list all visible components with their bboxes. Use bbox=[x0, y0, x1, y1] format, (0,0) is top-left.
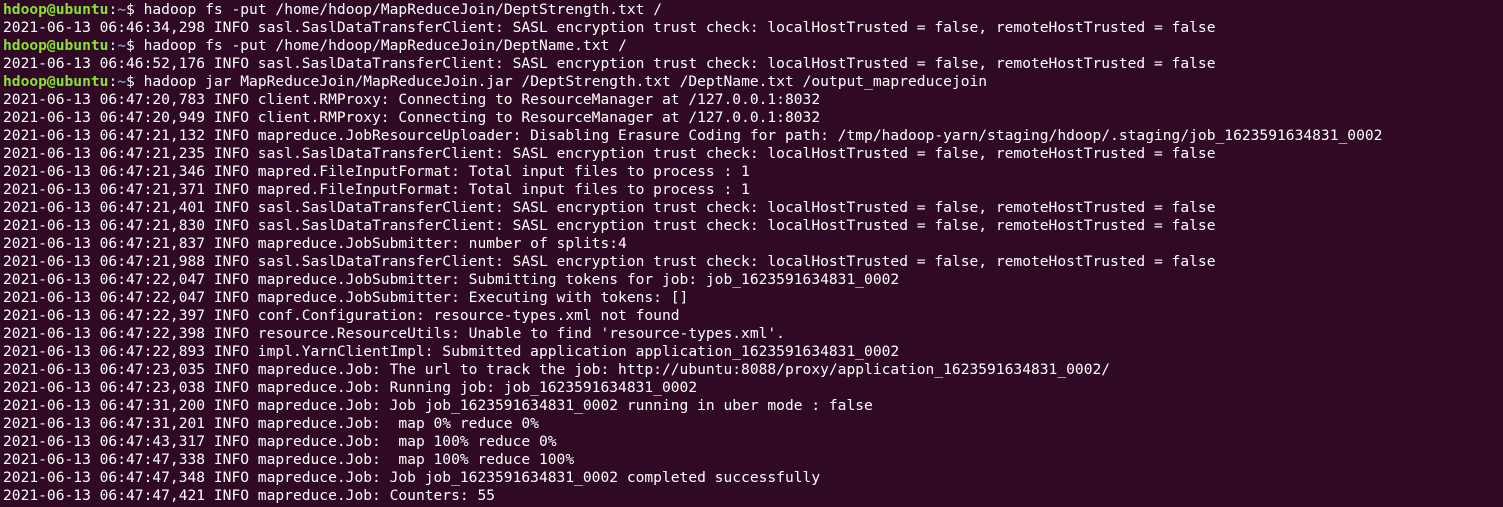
log-line: 2021-06-13 06:47:21,235 INFO sasl.SaslDa… bbox=[3, 145, 1216, 162]
prompt-symbol: $ bbox=[126, 1, 144, 18]
log-line: 2021-06-13 06:47:21,401 INFO sasl.SaslDa… bbox=[3, 199, 1216, 216]
prompt-user-host: hdoop@ubuntu bbox=[3, 1, 109, 18]
terminal-output[interactable]: hdoop@ubuntu:~$ hadoop fs -put /home/hdo… bbox=[0, 0, 1503, 507]
prompt-symbol: $ bbox=[126, 73, 144, 90]
log-line: 2021-06-13 06:47:21,830 INFO sasl.SaslDa… bbox=[3, 217, 1216, 234]
log-line: 2021-06-13 06:47:22,047 INFO mapreduce.J… bbox=[3, 271, 900, 288]
log-line: 2021-06-13 06:47:22,047 INFO mapreduce.J… bbox=[3, 289, 689, 306]
command-line: hdoop@ubuntu:~$ hadoop jar MapReduceJoin… bbox=[3, 73, 1503, 91]
log-line: 2021-06-13 06:47:22,397 INFO conf.Config… bbox=[3, 307, 680, 324]
log-line: 2021-06-13 06:47:21,132 INFO mapreduce.J… bbox=[3, 127, 1383, 144]
prompt-colon: : bbox=[108, 37, 118, 54]
log-line: 2021-06-13 06:47:47,348 INFO mapreduce.J… bbox=[3, 469, 821, 486]
log-line: 2021-06-13 06:47:23,035 INFO mapreduce.J… bbox=[3, 361, 1111, 378]
command-text: hadoop jar MapReduceJoin/MapReduceJoin.j… bbox=[143, 73, 988, 90]
prompt-symbol: $ bbox=[126, 37, 144, 54]
log-line: 2021-06-13 06:47:21,988 INFO sasl.SaslDa… bbox=[3, 253, 1216, 270]
prompt-path: ~ bbox=[117, 37, 127, 54]
log-line: 2021-06-13 06:46:34,298 INFO sasl.SaslDa… bbox=[3, 19, 1216, 36]
log-line: 2021-06-13 06:47:21,371 INFO mapred.File… bbox=[3, 181, 750, 198]
log-line: 2021-06-13 06:47:22,398 INFO resource.Re… bbox=[3, 325, 785, 342]
prompt-colon: : bbox=[108, 73, 118, 90]
prompt-user-host: hdoop@ubuntu bbox=[3, 37, 109, 54]
log-line: 2021-06-13 06:47:20,783 INFO client.RMPr… bbox=[3, 91, 821, 108]
log-line: 2021-06-13 06:47:21,837 INFO mapreduce.J… bbox=[3, 235, 627, 252]
prompt-path: ~ bbox=[117, 1, 127, 18]
log-line: 2021-06-13 06:47:22,893 INFO impl.YarnCl… bbox=[3, 343, 900, 360]
prompt-path: ~ bbox=[117, 73, 127, 90]
command-line: hdoop@ubuntu:~$ hadoop fs -put /home/hdo… bbox=[3, 37, 1503, 55]
log-line: 2021-06-13 06:47:20,949 INFO client.RMPr… bbox=[3, 109, 821, 126]
log-line: 2021-06-13 06:47:47,421 INFO mapreduce.J… bbox=[3, 487, 496, 504]
prompt-user-host: hdoop@ubuntu bbox=[3, 73, 109, 90]
log-line: 2021-06-13 06:47:31,201 INFO mapreduce.J… bbox=[3, 415, 539, 432]
log-line: 2021-06-13 06:47:47,338 INFO mapreduce.J… bbox=[3, 451, 575, 468]
log-line: 2021-06-13 06:47:21,346 INFO mapred.File… bbox=[3, 163, 750, 180]
log-line: 2021-06-13 06:47:23,038 INFO mapreduce.J… bbox=[3, 379, 698, 396]
log-line: 2021-06-13 06:47:31,200 INFO mapreduce.J… bbox=[3, 397, 873, 414]
log-line: 2021-06-13 06:46:52,176 INFO sasl.SaslDa… bbox=[3, 55, 1216, 72]
log-line: 2021-06-13 06:47:43,317 INFO mapreduce.J… bbox=[3, 433, 557, 450]
prompt-colon: : bbox=[108, 1, 118, 18]
command-line: hdoop@ubuntu:~$ hadoop fs -put /home/hdo… bbox=[3, 1, 1503, 19]
command-text: hadoop fs -put /home/hdoop/MapReduceJoin… bbox=[143, 37, 627, 54]
command-text: hadoop fs -put /home/hdoop/MapReduceJoin… bbox=[143, 1, 662, 18]
